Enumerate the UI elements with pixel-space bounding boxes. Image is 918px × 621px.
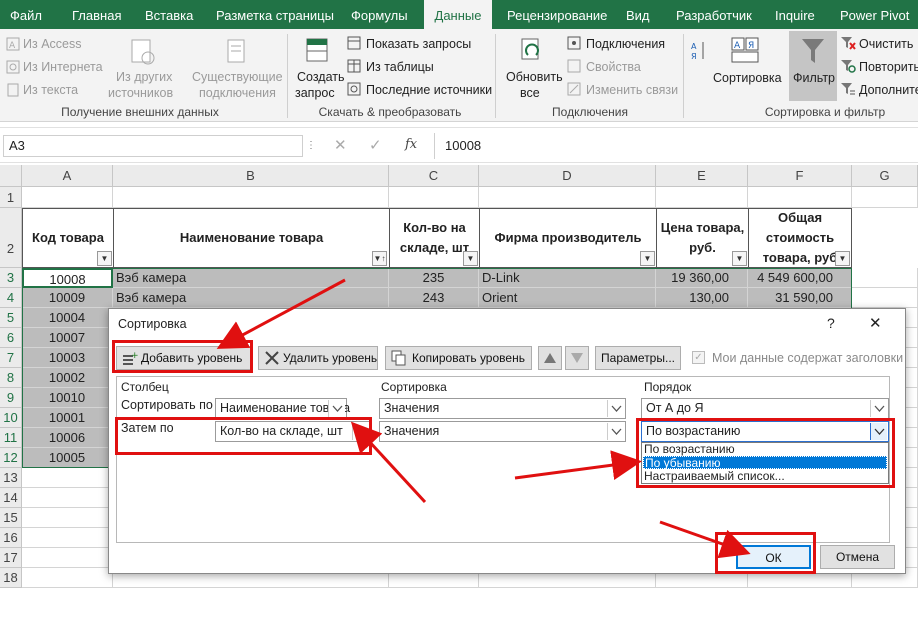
arrow-to-add-level [216, 278, 346, 349]
arrow-to-descending [514, 450, 642, 481]
arrow-to-then-by [350, 421, 427, 504]
arrow-to-ok [659, 520, 751, 559]
annotation-arrows [216, 278, 751, 559]
